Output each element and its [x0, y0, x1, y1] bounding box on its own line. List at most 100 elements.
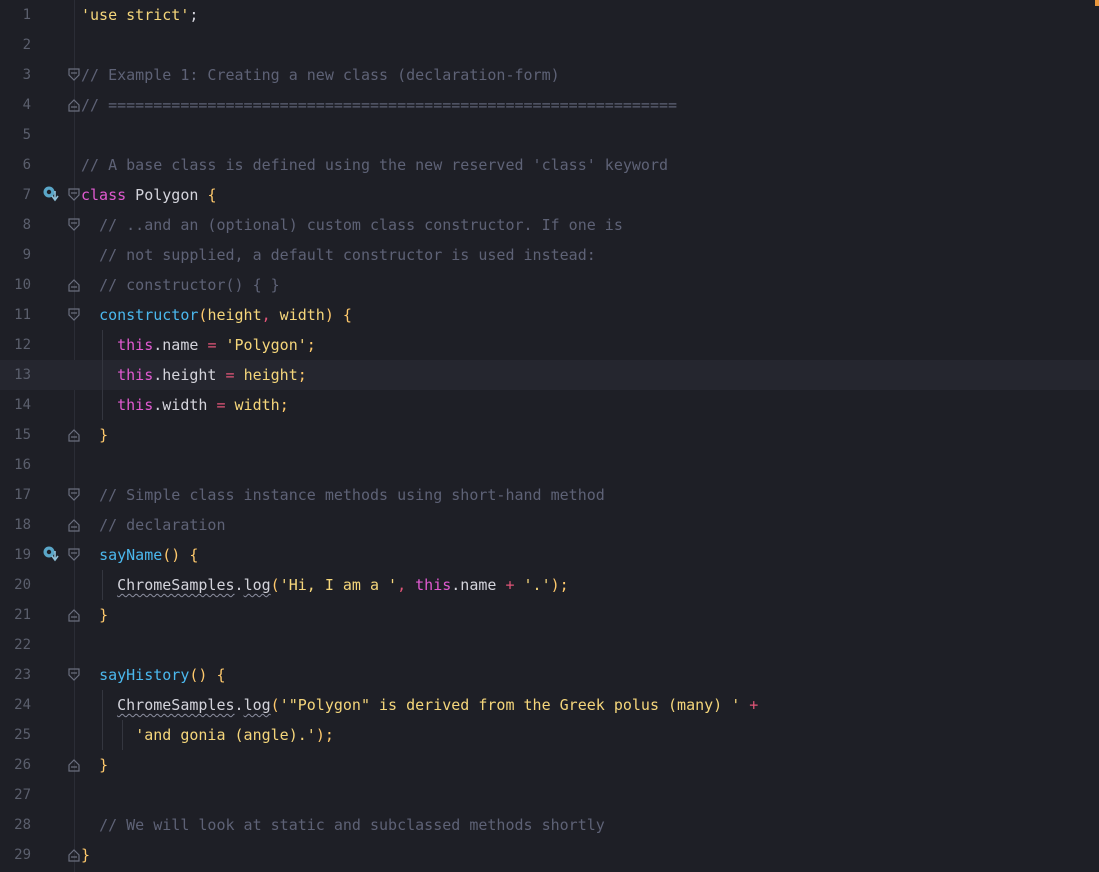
code-token: = [225, 366, 235, 384]
code-token: .name [153, 336, 208, 354]
code-token: width [270, 306, 325, 324]
line-number: 14 [14, 397, 31, 413]
fold-open-icon[interactable] [68, 218, 80, 232]
fold-close-icon[interactable] [68, 98, 80, 112]
code-text[interactable]: // Example 1: Creating a new class (decl… [81, 60, 560, 90]
code-text[interactable]: this.height = height; [81, 360, 307, 390]
fold-open-icon[interactable] [68, 68, 80, 82]
fold-close-icon[interactable] [68, 278, 80, 292]
line-number: 26 [14, 757, 31, 773]
code-line[interactable]: 7 class Polygon { [0, 180, 1099, 210]
code-line[interactable]: 9 // not supplied, a default constructor… [0, 240, 1099, 270]
code-token: constructor [99, 306, 199, 324]
code-text[interactable]: constructor(height, width) { [81, 300, 352, 330]
code-line[interactable]: 5 [0, 120, 1099, 150]
fold-close-icon[interactable] [68, 428, 80, 442]
code-text[interactable]: } [81, 420, 108, 450]
code-line[interactable]: 1 'use strict'; [0, 0, 1099, 30]
line-number: 19 [14, 547, 31, 563]
line-number: 17 [14, 487, 31, 503]
fold-open-icon[interactable] [68, 308, 80, 322]
code-line[interactable]: 12 this.name = 'Polygon'; [0, 330, 1099, 360]
code-token: , [261, 306, 271, 324]
code-line[interactable]: 22 [0, 630, 1099, 660]
code-text[interactable]: class Polygon { [81, 180, 216, 210]
fold-close-icon[interactable] [68, 608, 80, 622]
code-text[interactable]: sayName() { [81, 540, 198, 570]
code-line[interactable]: 28 // We will look at static and subclas… [0, 810, 1099, 840]
code-token: this [117, 336, 154, 354]
code-line[interactable]: 16 [0, 450, 1099, 480]
code-line[interactable]: 23 sayHistory() { [0, 660, 1099, 690]
code-line[interactable]: 20 ChromeSamples.log('Hi, I am a ', this… [0, 570, 1099, 600]
code-token: // ..and an (optional) custom class cons… [99, 216, 623, 234]
code-token: // We will look at static and subclassed… [99, 816, 605, 834]
code-text[interactable]: // ..and an (optional) custom class cons… [81, 210, 623, 240]
code-token: width [234, 396, 280, 414]
code-line[interactable]: 2 [0, 30, 1099, 60]
code-line[interactable]: 21 } [0, 600, 1099, 630]
code-text[interactable]: // =====================================… [81, 90, 677, 120]
code-text[interactable]: } [81, 750, 108, 780]
code-line[interactable]: 19 sayName() { [0, 540, 1099, 570]
code-text[interactable]: ChromeSamples.log('"Polygon" is derived … [81, 690, 758, 720]
code-text[interactable]: this.width = width; [81, 390, 289, 420]
code-token: '"Polygon" is derived from the Greek pol… [279, 696, 741, 714]
line-number: 22 [14, 637, 31, 653]
code-line[interactable]: 26 } [0, 750, 1099, 780]
code-line[interactable]: 11 constructor(height, width) { [0, 300, 1099, 330]
fold-open-icon[interactable] [68, 488, 80, 502]
code-line[interactable]: 3 // Example 1: Creating a new class (dec… [0, 60, 1099, 90]
fold-open-icon[interactable] [68, 548, 80, 562]
code-line[interactable]: 6 // A base class is defined using the ne… [0, 150, 1099, 180]
code-token: { [189, 546, 199, 564]
code-token: } [99, 426, 109, 444]
code-line[interactable]: 17 // Simple class instance methods usin… [0, 480, 1099, 510]
line-number: 7 [22, 187, 31, 203]
code-text[interactable]: } [81, 600, 108, 630]
line-number: 25 [14, 727, 31, 743]
code-line[interactable]: 18 // declaration [0, 510, 1099, 540]
code-line[interactable]: 10 // constructor() { } [0, 270, 1099, 300]
line-number: 15 [14, 427, 31, 443]
code-token: , [397, 576, 407, 594]
code-line[interactable]: 14 this.width = width; [0, 390, 1099, 420]
code-token: sayName [99, 546, 163, 564]
code-text[interactable]: // Simple class instance methods using s… [81, 480, 605, 510]
code-token: . [234, 696, 244, 714]
code-text[interactable]: // not supplied, a default constructor i… [81, 240, 596, 270]
code-text[interactable]: // A base class is defined using the new… [81, 150, 668, 180]
fold-close-icon[interactable] [68, 518, 80, 532]
fold-open-icon[interactable] [68, 188, 80, 202]
breakpoint-arrow-icon[interactable] [42, 185, 60, 203]
code-token: height [243, 366, 298, 384]
code-text[interactable]: sayHistory() { [81, 660, 225, 690]
fold-close-icon[interactable] [68, 848, 80, 862]
code-line[interactable]: 24 ChromeSamples.log('"Polygon" is deriv… [0, 690, 1099, 720]
code-text[interactable]: // We will look at static and subclassed… [81, 810, 605, 840]
code-text[interactable]: } [81, 840, 90, 870]
code-line[interactable]: 15 } [0, 420, 1099, 450]
code-text[interactable]: // constructor() { } [81, 270, 280, 300]
code-text[interactable]: ChromeSamples.log('Hi, I am a ', this.na… [81, 570, 569, 600]
fold-close-icon[interactable] [68, 758, 80, 772]
code-text[interactable]: 'use strict'; [81, 0, 198, 30]
code-line[interactable]: 29} [0, 840, 1099, 870]
code-line[interactable]: 25 'and gonia (angle).'); [0, 720, 1099, 750]
code-editor[interactable]: 1'use strict'; 2 3// Example 1: Creating a… [0, 0, 1099, 872]
code-text[interactable]: // declaration [81, 510, 225, 540]
code-line[interactable]: 27 [0, 780, 1099, 810]
code-text[interactable]: 'and gonia (angle).'); [81, 720, 334, 750]
code-line[interactable]: 8 // ..and an (optional) custom class co… [0, 210, 1099, 240]
line-number: 16 [14, 457, 31, 473]
breakpoint-arrow-icon[interactable] [42, 545, 60, 563]
code-text[interactable]: this.name = 'Polygon'; [81, 330, 316, 360]
fold-open-icon[interactable] [68, 668, 80, 682]
code-line[interactable]: 13 this.height = height; [0, 360, 1099, 390]
code-line[interactable]: 4 // ====================================… [0, 90, 1099, 120]
